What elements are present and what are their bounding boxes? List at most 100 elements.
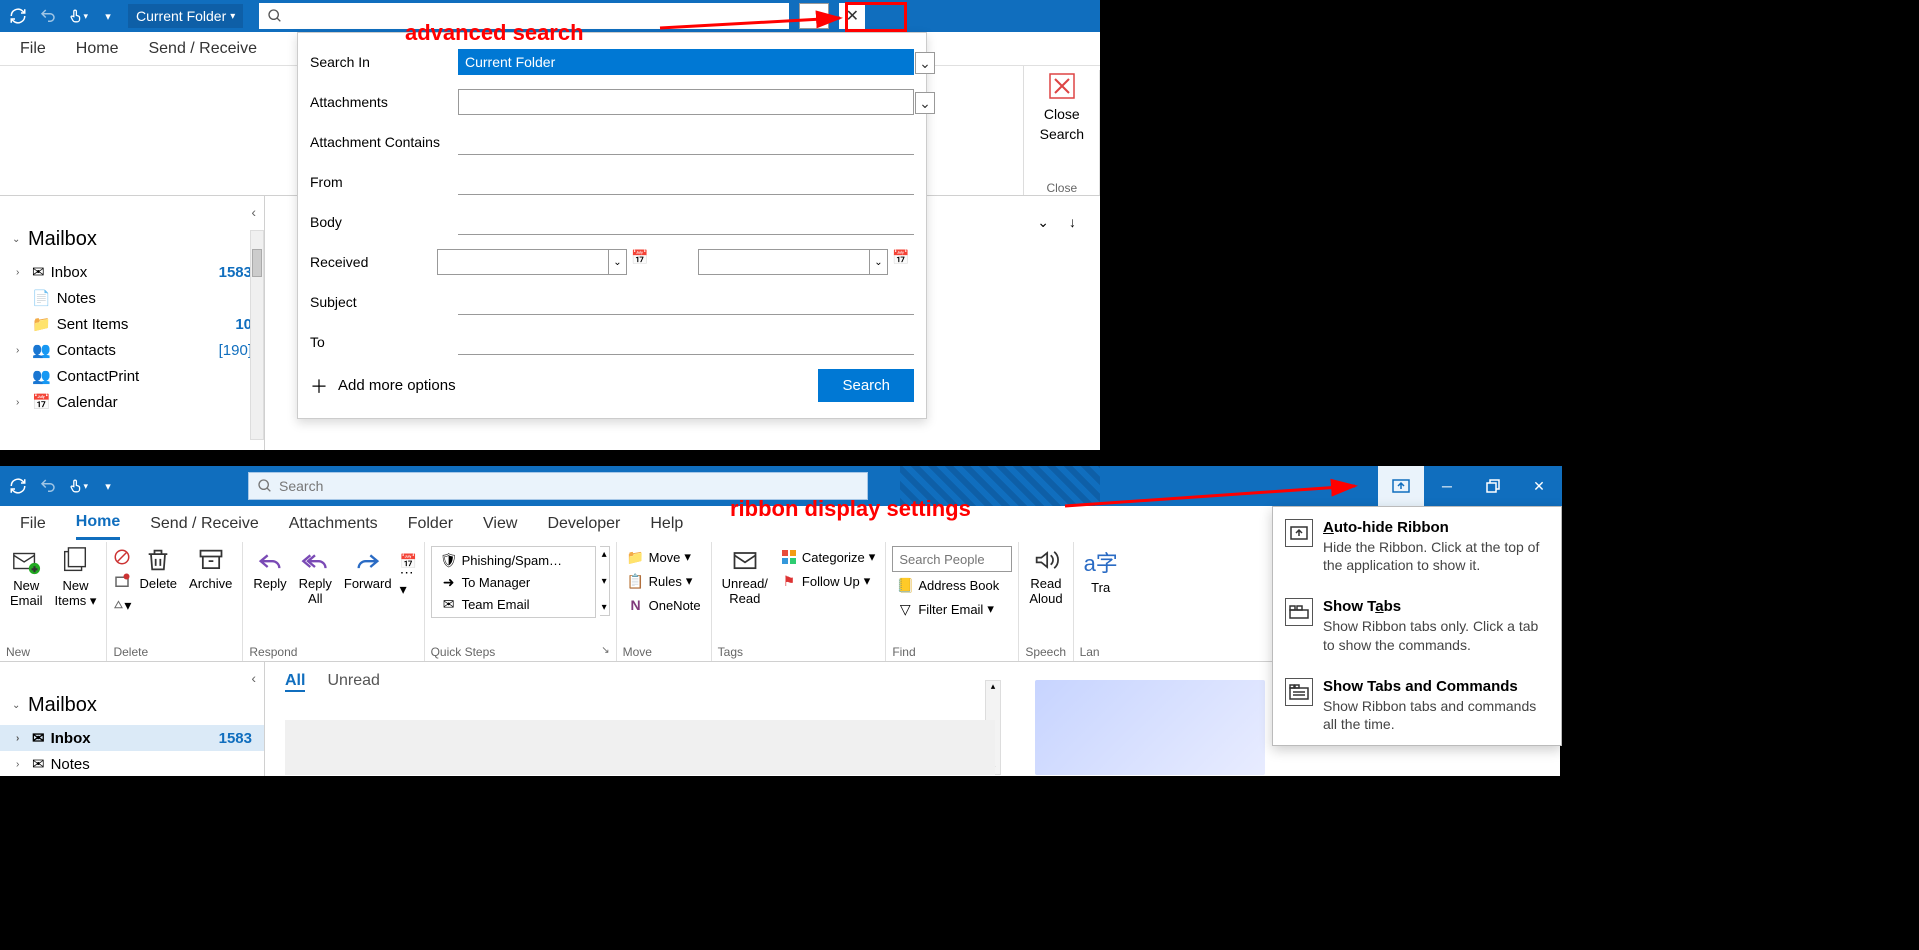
sort-dropdown[interactable]: ⌄ <box>1037 214 1049 231</box>
move-button[interactable]: 📁Move ▾ <box>623 546 705 568</box>
advanced-search-toggle[interactable]: ⌃ <box>799 3 829 29</box>
menu-home[interactable]: Home <box>76 40 119 58</box>
chevron-down-icon[interactable]: ⌄ <box>869 250 887 274</box>
global-search-input[interactable]: Search <box>248 472 868 500</box>
chevron-down-icon[interactable]: ⌄ <box>915 52 935 74</box>
followup-button[interactable]: ⚑Follow Up ▾ <box>776 570 879 592</box>
menu-developer[interactable]: Developer <box>547 509 620 539</box>
filter-unread[interactable]: Unread <box>327 672 379 692</box>
search-scope-dropdown[interactable]: Current Folder ▾ <box>128 4 243 28</box>
envelope-icon <box>731 546 759 574</box>
menu-file[interactable]: File <box>20 509 46 539</box>
rules-button[interactable]: 📋Rules ▾ <box>623 570 705 592</box>
delete-button[interactable]: Delete <box>135 546 181 591</box>
new-items-button[interactable]: New Items ▾ <box>51 546 101 609</box>
sidebar-mailbox-header[interactable]: ⌄ Mailbox <box>0 220 264 259</box>
sidebar-mailbox-header-2[interactable]: ⌄ Mailbox <box>0 686 264 725</box>
adv-add-more-button[interactable]: ＋ Add more options <box>310 373 456 399</box>
chevron-down-icon[interactable]: ⌄ <box>915 92 935 114</box>
adv-search-in-select[interactable]: Current Folder ⌄ <box>458 49 914 75</box>
archive-button[interactable]: Archive <box>185 546 236 591</box>
menu-send-receive[interactable]: Send / Receive <box>148 40 257 58</box>
adv-received-from-date[interactable]: ⌄ <box>437 249 627 275</box>
scroll-up[interactable]: ▴ <box>986 681 1000 692</box>
translate-button[interactable]: a字 Tra <box>1080 546 1122 595</box>
forward-button[interactable]: Forward <box>340 546 396 591</box>
folder-row-notes[interactable]: ›✉Notes <box>0 751 264 777</box>
adv-attachments-select[interactable]: ⌄ <box>458 89 914 115</box>
menu-help[interactable]: Help <box>650 509 683 539</box>
menu-attachments[interactable]: Attachments <box>289 509 378 539</box>
folder-count: 1583 <box>219 264 252 281</box>
search-people-input[interactable] <box>892 546 1012 572</box>
calendar-icon[interactable]: 📅 <box>627 249 653 275</box>
onenote-button[interactable]: NOneNote <box>623 594 705 616</box>
adv-received-to-date[interactable]: ⌄ <box>698 249 888 275</box>
menu-folder[interactable]: Folder <box>408 509 453 539</box>
calendar-icon[interactable]: 📅 <box>888 249 914 275</box>
sync-icon[interactable] <box>8 6 28 26</box>
menu-send-receive[interactable]: Send / Receive <box>150 509 259 539</box>
junk-icon[interactable] <box>113 572 131 590</box>
folder-row-contactprint[interactable]: 👥ContactPrint <box>0 363 264 389</box>
quickstep-up[interactable]: ▴ <box>602 549 607 560</box>
quickstep-expand[interactable]: ▾ <box>602 602 607 613</box>
unread-read-button[interactable]: Unread/ Read <box>718 546 772 606</box>
folder-row-calendar[interactable]: ›📅Calendar <box>0 389 264 415</box>
customize-qat-icon[interactable]: ▾ <box>98 6 118 26</box>
filter-all[interactable]: All <box>285 672 305 692</box>
sync-icon[interactable] <box>8 476 28 496</box>
maximize-button[interactable] <box>1470 466 1516 506</box>
search-label: Search <box>1040 126 1084 142</box>
sidebar-collapse-button[interactable]: ‹ <box>0 670 264 686</box>
filter-email-button[interactable]: ▽Filter Email ▾ <box>892 598 1012 620</box>
adv-search-button[interactable]: Search <box>818 369 914 402</box>
ignore-icon[interactable] <box>113 548 131 566</box>
folder-row-notes[interactable]: 📄Notes <box>0 285 264 311</box>
cleanup-icon[interactable]: ▾ <box>113 596 131 614</box>
minimize-button[interactable]: ─ <box>1424 466 1470 506</box>
touch-mode-icon[interactable]: ▾ <box>68 6 88 26</box>
search-input-box[interactable] <box>259 3 789 29</box>
folder-row-inbox[interactable]: ›✉Inbox1583 <box>0 725 264 751</box>
quickstep-manager[interactable]: ➜To Manager <box>436 571 591 593</box>
sidebar-collapse-button[interactable]: ‹ <box>0 204 264 220</box>
undo-icon[interactable] <box>38 476 58 496</box>
folder-row-inbox[interactable]: ›✉Inbox1583 <box>0 259 264 285</box>
reply-button[interactable]: Reply <box>249 546 290 591</box>
folder-row-sent-items[interactable]: 📁Sent Items10 <box>0 311 264 337</box>
address-book-button[interactable]: 📒Address Book <box>892 574 1012 596</box>
show-tabs-commands-option[interactable]: Show Tabs and Commands Show Ribbon tabs … <box>1273 666 1561 745</box>
customize-qat-icon[interactable]: ▾ <box>98 476 118 496</box>
reply-all-button[interactable]: Reply All <box>295 546 336 606</box>
undo-icon[interactable] <box>38 6 58 26</box>
adv-subject-input[interactable] <box>458 289 914 315</box>
adv-from-input[interactable] <box>458 169 914 195</box>
read-aloud-button[interactable]: Read Aloud <box>1025 546 1066 606</box>
quicksteps-dialog-launcher[interactable]: ↘ <box>601 645 609 659</box>
menu-home[interactable]: Home <box>76 507 120 540</box>
archive-label: Archive <box>189 576 232 591</box>
scrollbar-thumb[interactable] <box>252 249 262 277</box>
folder-row-contacts[interactable]: ›👥Contacts[190] <box>0 337 264 363</box>
close-window-button[interactable]: ✕ <box>1516 466 1562 506</box>
show-tabs-option[interactable]: Show Tabs Show Ribbon tabs only. Click a… <box>1273 586 1561 665</box>
chevron-down-icon[interactable]: ⌄ <box>608 250 626 274</box>
sort-direction[interactable]: ↓ <box>1069 214 1076 231</box>
adv-to-input[interactable] <box>458 329 914 355</box>
quickstep-team[interactable]: ✉Team Email <box>436 593 591 615</box>
menu-view[interactable]: View <box>483 509 517 539</box>
adv-att-contains-input[interactable] <box>458 129 914 155</box>
sidebar-scrollbar[interactable] <box>250 230 264 440</box>
categorize-button[interactable]: Categorize ▾ <box>776 546 879 568</box>
new-email-button[interactable]: + New Email <box>6 546 47 608</box>
quickstep-down[interactable]: ▾ <box>602 576 607 587</box>
more-respond-icon[interactable]: ⋯▾ <box>400 572 418 590</box>
close-search-button-ribbon[interactable]: Close Search <box>1034 66 1090 146</box>
adv-body-input[interactable] <box>458 209 914 235</box>
ribbon-display-options-button[interactable] <box>1378 466 1424 506</box>
menu-file[interactable]: File <box>20 40 46 58</box>
touch-mode-icon[interactable]: ▾ <box>68 476 88 496</box>
quickstep-phishing[interactable]: 🛡Phishing/Spam… <box>436 549 591 571</box>
autohide-ribbon-option[interactable]: AAuto-hide Ribbonuto-hide Ribbon Hide th… <box>1273 507 1561 586</box>
